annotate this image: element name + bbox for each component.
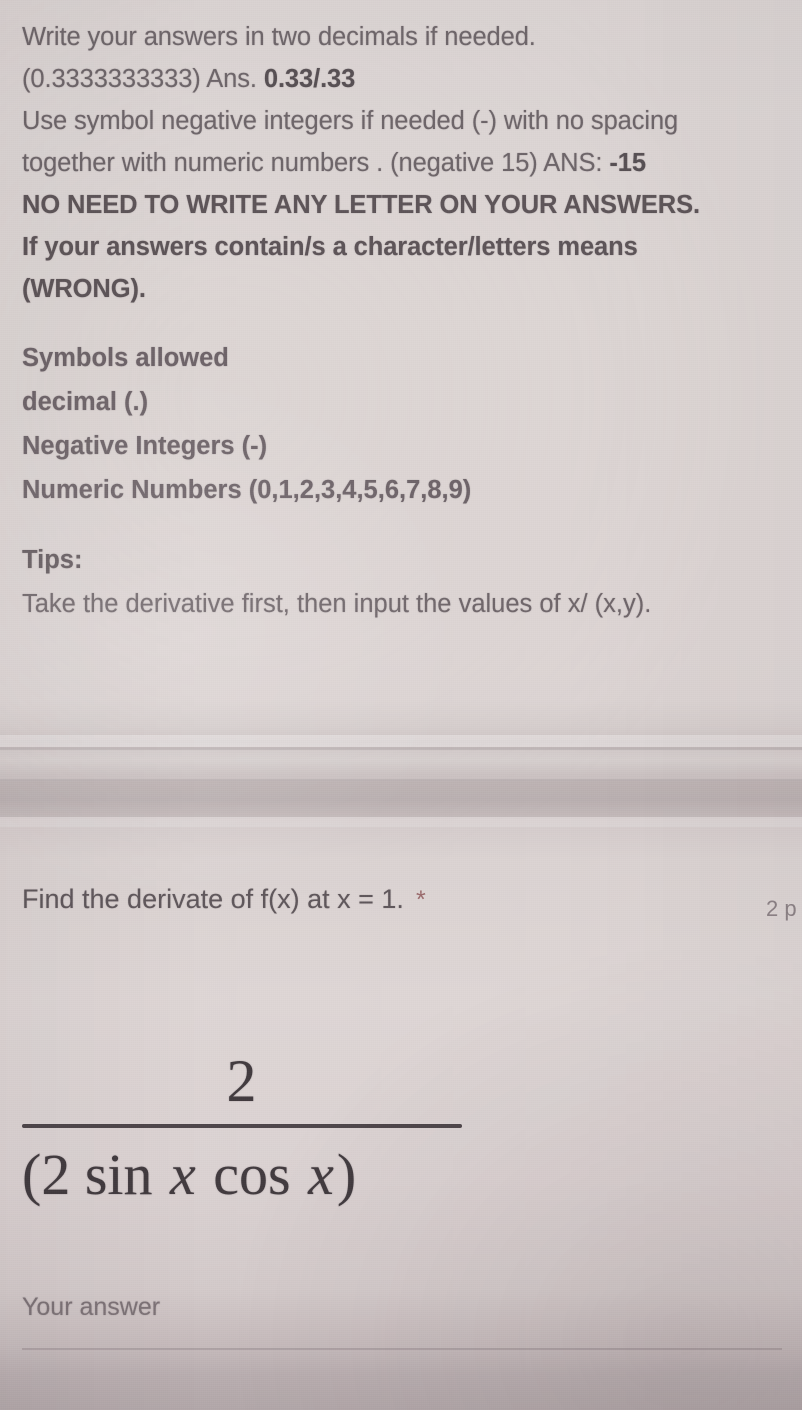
- symbols-item-numeric-numbers: Numeric Numbers (0,1,2,3,4,5,6,7,8,9): [22, 476, 472, 504]
- formula-denominator-open: (2 sin: [22, 1142, 167, 1207]
- instructions-block: Write your answers in two decimals if ne…: [22, 16, 802, 626]
- required-asterisk-icon: *: [415, 886, 426, 914]
- instruction-line-5: NO NEED TO WRITE ANY LETTER ON YOUR ANSW…: [22, 191, 701, 219]
- formula-numerator: 2: [226, 1048, 258, 1114]
- question-row: Find the derivate of f(x) at x = 1. *: [22, 882, 802, 917]
- section-separator-gap-bottom: [0, 817, 802, 827]
- section-separator-line-mid: [0, 779, 802, 781]
- section-separator-band: [0, 781, 802, 817]
- section-separator-gap-top: [0, 735, 802, 747]
- tips-body: Take the derivative first, then input th…: [22, 590, 652, 618]
- form-screenshot-photo: Write your answers in two decimals if ne…: [0, 0, 802, 1410]
- formula-fraction: 2 (2 sin x cos x): [22, 1040, 462, 1218]
- formula-denominator-var-2: x: [308, 1142, 334, 1207]
- formula-denominator-mid: cos: [198, 1142, 306, 1207]
- instructions-spacer: [22, 310, 802, 336]
- symbols-item-decimal: decimal (.): [22, 388, 149, 416]
- instruction-line-1: Write your answers in two decimals if ne…: [22, 23, 536, 51]
- formula-fraction-bar: [22, 1124, 462, 1128]
- question-points-label: 2 p: [766, 896, 797, 921]
- instruction-line-7: (WRONG).: [22, 275, 146, 303]
- instruction-line-2-prefix: (0.3333333333) Ans.: [22, 65, 264, 93]
- symbols-item-negative-integers: Negative Integers (-): [22, 432, 268, 460]
- instruction-line-4-prefix: together with numeric numbers . (negativ…: [22, 149, 610, 177]
- answer-input-underline[interactable]: [22, 1348, 782, 1350]
- instruction-line-3: Use symbol negative integers if needed (…: [22, 107, 679, 135]
- formula-denominator: (2 sin x cos x): [22, 1132, 462, 1218]
- instruction-line-4: together with numeric numbers . (negativ…: [22, 142, 802, 184]
- instruction-line-4-answer: -15: [609, 149, 646, 177]
- instruction-line-2-answer: 0.33/.33: [263, 65, 356, 93]
- instruction-line-6: If your answers contain/s a character/le…: [22, 233, 638, 261]
- symbols-spacer: [22, 512, 802, 538]
- answer-input-placeholder[interactable]: Your answer: [22, 1290, 160, 1324]
- section-separator-line-top: [0, 747, 802, 750]
- question-title: Find the derivate of f(x) at x = 1.: [22, 884, 404, 914]
- formula-denominator-close: ): [336, 1142, 357, 1207]
- formula-denominator-var-1: x: [170, 1142, 196, 1207]
- symbols-allowed-heading: Symbols allowed: [22, 344, 229, 372]
- instruction-line-2: (0.3333333333) Ans. 0.33/.33: [22, 58, 802, 100]
- tips-heading: Tips:: [22, 546, 83, 574]
